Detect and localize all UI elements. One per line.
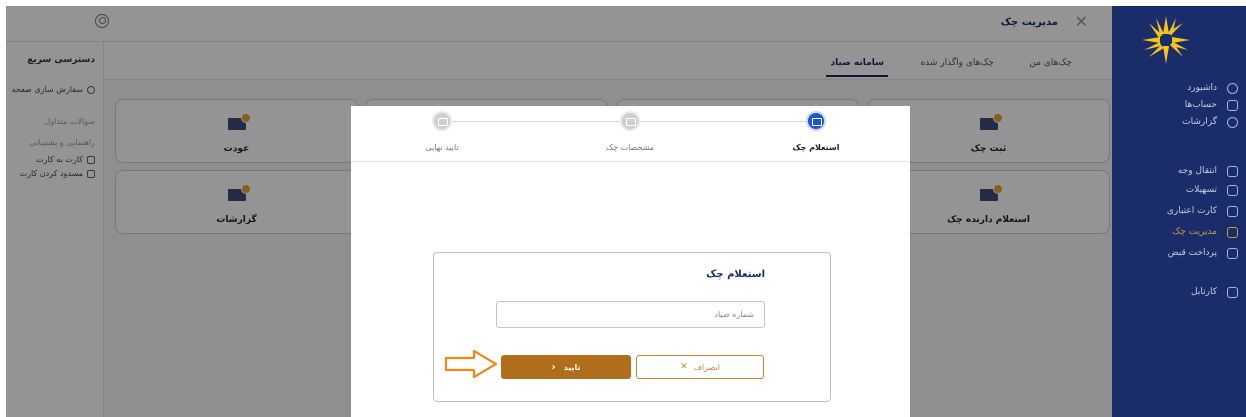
arrow-pointer-icon	[444, 349, 498, 379]
sidebar-item-label: انتقال وجه	[1177, 166, 1217, 176]
sidebar-item-credit-card[interactable]: کارت اعتباری	[1112, 201, 1246, 221]
transfer-icon	[1227, 165, 1238, 177]
sidebar-item-cartable[interactable]: کارتابل	[1112, 282, 1246, 302]
sidebar-item-label: حساب‌ها	[1184, 100, 1217, 110]
chevron-left-icon: ‹	[551, 361, 556, 373]
sidebar-item-label: گزارشات	[1182, 117, 1217, 127]
step-label-final-confirm: تایید نهایی	[425, 143, 459, 152]
modal-divider	[351, 161, 910, 162]
step-label-cheque-inquiry: استعلام چک	[792, 143, 840, 152]
step-cheque-details-icon	[620, 111, 640, 131]
sayad-number-input[interactable]	[496, 301, 765, 328]
sidebar-item-cheque-management[interactable]: مدیریت چک	[1112, 222, 1246, 242]
sidebar-item-label: مدیریت چک	[1172, 227, 1217, 237]
report-icon	[1227, 116, 1238, 128]
bank-icon	[1227, 99, 1238, 111]
bill-icon	[1227, 247, 1238, 259]
cheque-icon	[1227, 226, 1238, 238]
loan-icon	[1227, 184, 1238, 196]
bank-logo	[1142, 16, 1190, 64]
sidebar-item-transfer[interactable]: انتقال وجه	[1112, 161, 1246, 181]
dashboard-icon	[1227, 82, 1238, 94]
main-sidebar: داشبورد حساب‌ها گزارشات انتقال وجه تسهیل…	[1112, 6, 1246, 417]
cheque-inquiry-modal: تایید نهایی مشخصات چک استعلام چک استعلام…	[351, 106, 910, 417]
sidebar-item-reports[interactable]: گزارشات	[1112, 112, 1246, 132]
sidebar-item-loans[interactable]: تسهیلات	[1112, 180, 1246, 200]
cancel-button[interactable]: انصراف ✕	[636, 355, 764, 379]
sidebar-item-label: پرداخت قبض	[1167, 248, 1217, 258]
credit-card-icon	[1227, 205, 1238, 217]
inquiry-title: استعلام چک	[706, 269, 765, 280]
sidebar-item-label: کارت اعتباری	[1166, 206, 1217, 216]
inquiry-form: استعلام چک انصراف ✕ تایید ‹	[433, 252, 831, 402]
sidebar-item-label: داشبورد	[1187, 83, 1217, 93]
app-window: داشبورد حساب‌ها گزارشات انتقال وجه تسهیل…	[6, 6, 1246, 417]
sidebar-item-bill-payment[interactable]: پرداخت قبض	[1112, 243, 1246, 263]
confirm-label: تایید	[563, 362, 581, 372]
confirm-button[interactable]: تایید ‹	[501, 355, 631, 379]
sidebar-item-label: کارتابل	[1191, 287, 1217, 297]
step-cheque-inquiry-icon	[806, 111, 826, 131]
cancel-label: انصراف	[693, 362, 720, 372]
step-final-confirm-icon	[432, 111, 452, 131]
step-label-cheque-details: مشخصات چک	[605, 143, 655, 152]
sidebar-item-label: تسهیلات	[1185, 185, 1217, 195]
briefcase-icon	[1227, 286, 1238, 298]
close-icon: ✕	[680, 362, 688, 372]
